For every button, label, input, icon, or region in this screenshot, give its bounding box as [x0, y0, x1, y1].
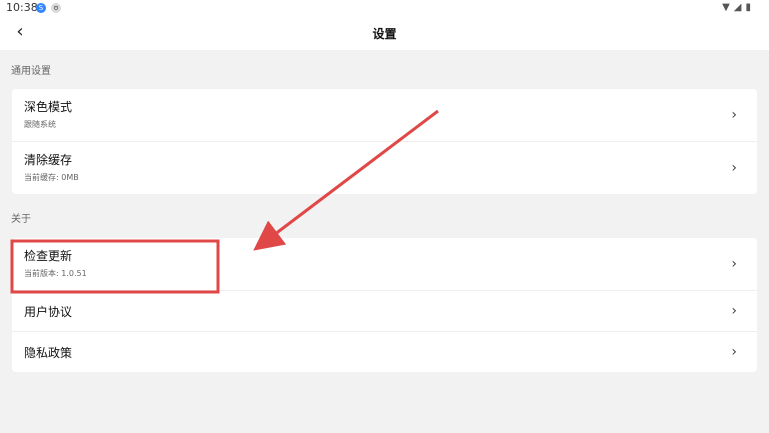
clear-cache-subtitle: 当前缓存: 0MB [24, 173, 79, 182]
about-card: 检查更新 当前版本: 1.0.51 › 用户协议 › 隐私政策 › [12, 238, 757, 372]
chevron-right-icon: › [731, 303, 737, 319]
clear-cache-row[interactable]: 清除缓存 当前缓存: 0MB › [12, 142, 757, 194]
chevron-right-icon: › [731, 344, 737, 360]
privacy-policy-row[interactable]: 隐私政策 › [12, 332, 757, 372]
dark-mode-title: 深色模式 [24, 100, 73, 114]
privacy-policy-title: 隐私政策 [24, 346, 73, 360]
chevron-right-icon: › [731, 107, 737, 123]
current-version-subtitle: 当前版本: 1.0.51 [24, 269, 87, 278]
wifi-icon: ▼ [722, 2, 730, 13]
page-title: 设置 [372, 27, 397, 41]
chevron-right-icon: › [731, 256, 737, 272]
general-settings-card: 深色模式 跟随系统 › 清除缓存 当前缓存: 0MB › [12, 89, 757, 194]
app-notification-icon: S [36, 3, 46, 13]
chevron-right-icon: › [731, 160, 737, 176]
battery-icon: ▮ [745, 2, 751, 13]
user-agreement-title: 用户协议 [24, 305, 73, 319]
clear-cache-title: 清除缓存 [24, 153, 73, 167]
status-bar: 10:38 S ʊ ▼ ◢ ▮ [0, 0, 769, 16]
dark-mode-subtitle: 跟随系统 [24, 120, 56, 129]
check-update-row[interactable]: 检查更新 当前版本: 1.0.51 › [12, 238, 757, 291]
signal-icon: ◢ [733, 2, 742, 13]
general-section-label: 通用设置 [11, 66, 51, 77]
about-section-label: 关于 [11, 214, 31, 225]
status-indicators: ▼ ◢ ▮ [722, 2, 751, 13]
user-agreement-row[interactable]: 用户协议 › [12, 291, 757, 332]
dark-mode-row[interactable]: 深色模式 跟随系统 › [12, 89, 757, 142]
check-update-title: 检查更新 [24, 249, 73, 263]
status-time: 10:38 [6, 1, 38, 14]
settings-header: ‹ 设置 [0, 16, 769, 50]
system-notification-icon: ʊ [51, 3, 61, 13]
